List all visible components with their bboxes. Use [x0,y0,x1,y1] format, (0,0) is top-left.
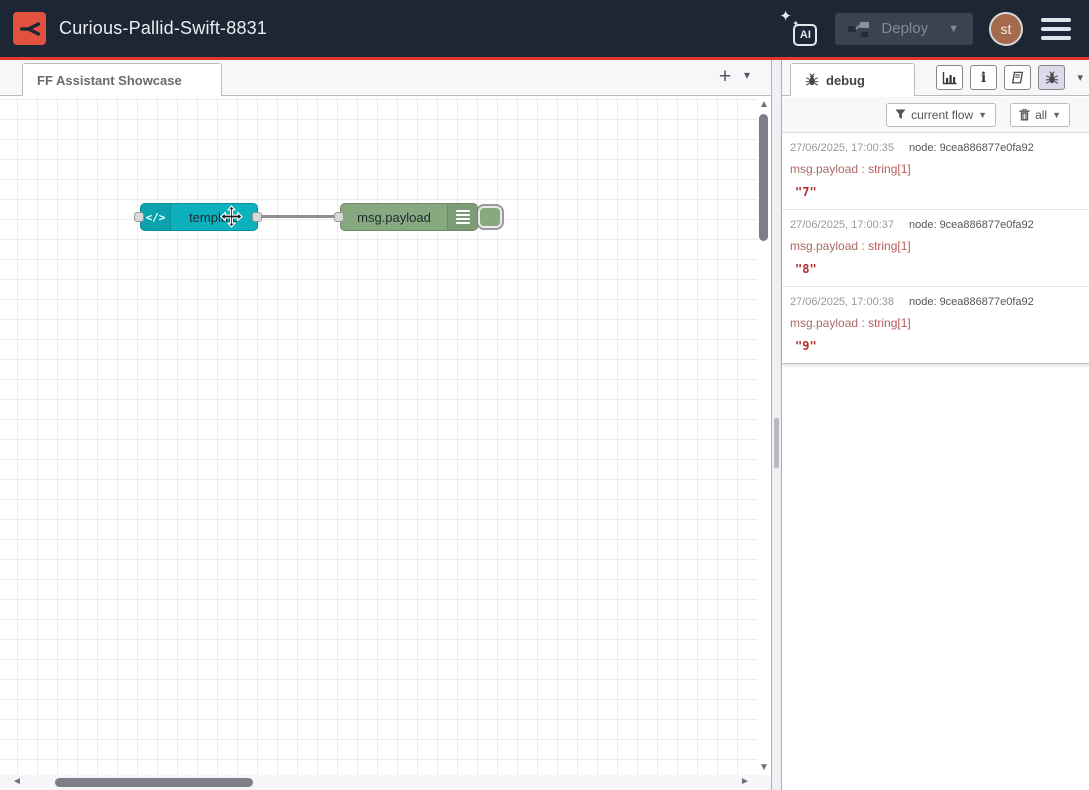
horizontal-scroll-thumb[interactable] [55,778,253,787]
logo-glyph-icon [18,17,42,41]
info-icon: i [981,70,986,86]
scroll-down-icon[interactable]: ▼ [757,762,771,773]
add-flow-button[interactable]: + [712,64,738,90]
template-input-port[interactable] [134,212,144,222]
debug-enable-toggle-button[interactable] [476,204,504,230]
scroll-right-icon[interactable]: ► [740,776,750,787]
debug-message[interactable]: 27/06/2025, 17:00:37 node: 9cea886877e0f… [782,210,1089,287]
message-value[interactable]: "9" [790,339,1081,353]
debug-message-list: 27/06/2025, 17:00:35 node: 9cea886877e0f… [782,133,1089,364]
debug-sidebar: debug i [782,60,1089,790]
funnel-icon [895,109,906,120]
sparkle-icon: ✦ [779,9,792,24]
filter-label: current flow [911,108,973,122]
vertical-scroll-thumb[interactable] [759,114,768,241]
scroll-up-icon[interactable]: ▲ [757,99,771,110]
sidebar-tools-caret-icon[interactable]: ▾ [1077,71,1083,84]
debug-tool-button[interactable] [1038,65,1065,90]
splitter-drag-handle[interactable] [774,418,779,468]
message-type: string[1] [868,239,911,253]
message-property[interactable]: msg.payload [790,162,858,176]
sidebar-tab-label: debug [826,73,865,88]
deploy-label: Deploy [881,20,928,37]
message-separator: : [858,316,868,330]
message-value[interactable]: "8" [790,262,1081,276]
workspace-tab-label: FF Assistant Showcase [37,73,182,88]
message-node-id: node: 9cea886877e0fa92 [909,296,1034,308]
sidebar-tab-debug[interactable]: debug [790,63,915,96]
node-debug[interactable]: msg.payload [340,203,478,231]
node-label: msg.payload [341,204,447,230]
book-icon [1010,71,1025,85]
main-menu-button[interactable] [1039,14,1073,44]
info-tool-button[interactable]: i [970,65,997,90]
deploy-button[interactable]: Deploy ▼ [835,13,973,45]
debug-message[interactable]: 27/06/2025, 17:00:38 node: 9cea886877e0f… [782,287,1089,363]
list-icon [456,210,470,224]
deploy-options-caret-icon[interactable]: ▼ [938,23,969,35]
user-avatar[interactable]: st [989,12,1023,46]
flow-editor-pane: FF Assistant Showcase + ▾ </> template m… [0,60,771,790]
ai-assistant-button[interactable]: ✦ ✦ AI [777,9,819,49]
message-timestamp: 27/06/2025, 17:00:38 [790,296,894,308]
template-icon-strip: </> [141,204,171,230]
debug-icon-strip [447,204,477,230]
node-label: template [171,204,257,230]
template-output-port[interactable] [252,212,262,222]
message-node-id: node: 9cea886877e0fa92 [909,142,1034,154]
workspace-tabbar: FF Assistant Showcase + ▾ [0,60,771,96]
main-area: FF Assistant Showcase + ▾ </> template m… [0,60,1089,790]
message-property[interactable]: msg.payload [790,239,858,253]
message-timestamp: 27/06/2025, 17:00:37 [790,219,894,231]
menu-bar-icon [1041,18,1071,22]
canvas-horizontal-scrollbar[interactable]: ◄ ► [0,775,771,790]
debug-input-port[interactable] [334,212,344,222]
dashboard-tool-button[interactable] [936,65,963,90]
message-separator: : [858,239,868,253]
trash-icon [1019,109,1030,121]
chart-icon [942,71,958,85]
canvas-vertical-scrollbar[interactable]: ▲ ▼ [757,97,771,775]
scroll-left-icon[interactable]: ◄ [12,776,22,787]
message-type: string[1] [868,316,911,330]
bug-icon [805,73,819,87]
wire-template-to-debug[interactable] [256,215,342,218]
message-separator: : [858,162,868,176]
debug-clear-button[interactable]: all ▼ [1010,103,1070,127]
bug-icon [1045,71,1059,85]
clear-caret-icon: ▼ [1052,110,1061,120]
ai-label: AI [793,24,817,46]
project-title: Curious-Pallid-Swift-8831 [59,18,267,39]
help-tool-button[interactable] [1004,65,1031,90]
clear-label: all [1035,108,1047,122]
node-template[interactable]: </> template [140,203,258,231]
debug-message[interactable]: 27/06/2025, 17:00:35 node: 9cea886877e0f… [782,133,1089,210]
deploy-icon [847,20,871,38]
message-node-id: node: 9cea886877e0fa92 [909,219,1034,231]
menu-bar-icon [1041,36,1071,40]
sidebar-tabbar: debug i [782,60,1089,96]
sidebar-splitter[interactable] [771,60,782,790]
debug-toolbar: current flow ▼ all ▼ [782,97,1089,133]
message-timestamp: 27/06/2025, 17:00:35 [790,142,894,154]
app-header: Curious-Pallid-Swift-8831 ✦ ✦ AI Deploy … [0,0,1089,60]
flowfuse-logo-icon[interactable] [13,12,46,45]
filter-caret-icon: ▼ [978,110,987,120]
message-value[interactable]: "7" [790,185,1081,199]
message-property[interactable]: msg.payload [790,316,858,330]
workspace-tab-ff-assistant-showcase[interactable]: FF Assistant Showcase [22,63,222,96]
code-icon: </> [146,211,166,224]
menu-bar-icon [1041,27,1071,31]
flow-canvas[interactable]: </> template msg.payload [0,97,757,775]
debug-filter-button[interactable]: current flow ▼ [886,103,996,127]
avatar-initials: st [1001,21,1012,37]
message-type: string[1] [868,162,911,176]
flow-list-caret-icon[interactable]: ▾ [744,68,750,82]
